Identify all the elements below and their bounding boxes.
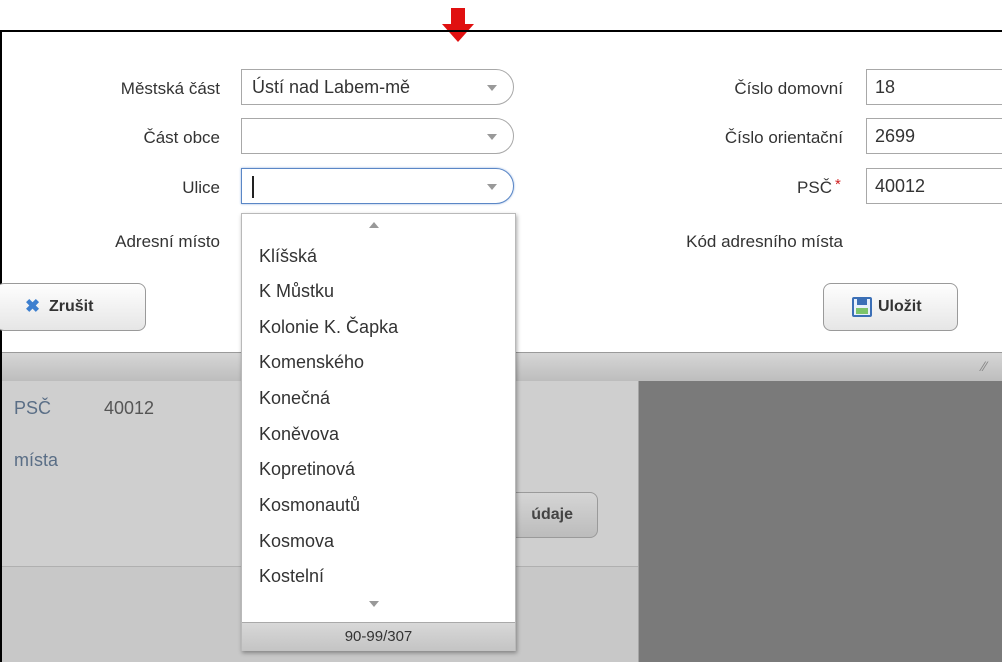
dropdown-pager: 90-99/307 <box>242 622 515 651</box>
label-cast-obce: Část obce <box>143 128 220 147</box>
background-misto-text: místa <box>14 450 59 470</box>
label-cislo-orientacni: Číslo orientační <box>724 128 843 147</box>
background-side-panel <box>639 380 1002 662</box>
cislo-domovni-input[interactable]: 18 <box>866 69 1002 105</box>
list-item[interactable]: Kostelní <box>259 566 324 587</box>
save-button[interactable]: Uložit <box>823 283 958 331</box>
background-button-label: údaje <box>531 506 573 523</box>
psc-input[interactable]: 40012 <box>866 168 1002 204</box>
cislo-orientacni-input[interactable]: 2699 <box>866 118 1002 154</box>
list-item[interactable]: Klíšská <box>259 246 317 267</box>
text-cursor <box>252 176 254 198</box>
chevron-down-icon[interactable] <box>487 184 497 190</box>
list-item[interactable]: Kolonie K. Čapka <box>259 317 398 338</box>
mestska-cast-value: Ústí nad Labem-mě <box>252 77 411 97</box>
background-psc-label: PSČ <box>14 398 52 418</box>
label-mestska-cast: Městská část <box>120 79 220 98</box>
list-item[interactable]: Konečná <box>259 388 330 409</box>
background-psc-value: 40012 <box>104 398 155 418</box>
list-item[interactable]: Kopretinová <box>259 459 355 480</box>
cast-obce-select[interactable] <box>241 118 514 154</box>
mestska-cast-select[interactable]: Ústí nad Labem-mě <box>241 69 514 105</box>
scroll-up-icon[interactable] <box>369 222 379 228</box>
save-button-label: Uložit <box>878 298 922 315</box>
label-psc: PSČ <box>797 178 832 197</box>
list-item[interactable]: Komenského <box>259 352 364 373</box>
required-marker: * <box>835 176 841 193</box>
label-cislo-domovni: Číslo domovní <box>734 79 843 98</box>
ulice-select[interactable] <box>241 168 514 204</box>
resize-grip-icon[interactable]: ⁄⁄ <box>982 358 996 374</box>
list-item[interactable]: Kosmova <box>259 531 334 552</box>
chevron-down-icon[interactable] <box>487 134 497 140</box>
list-item[interactable]: K Můstku <box>259 281 334 302</box>
label-ulice: Ulice <box>182 178 220 197</box>
label-adresni-misto: Adresní místo <box>115 232 220 251</box>
cancel-button-label: Zrušit <box>49 298 94 315</box>
cancel-button[interactable]: ✖ Zrušit <box>0 283 146 331</box>
list-item[interactable]: Koněvova <box>259 424 339 445</box>
chevron-down-icon[interactable] <box>487 85 497 91</box>
x-icon: ✖ <box>25 296 41 316</box>
label-kod-adresniho-mista: Kód adresního místa <box>686 232 843 251</box>
floppy-disk-icon <box>852 297 872 317</box>
list-item[interactable]: Kosmonautů <box>259 495 360 516</box>
ulice-dropdown-list[interactable]: Klíšská K Můstku Kolonie K. Čapka Komens… <box>241 213 516 651</box>
scroll-down-icon[interactable] <box>369 601 379 607</box>
